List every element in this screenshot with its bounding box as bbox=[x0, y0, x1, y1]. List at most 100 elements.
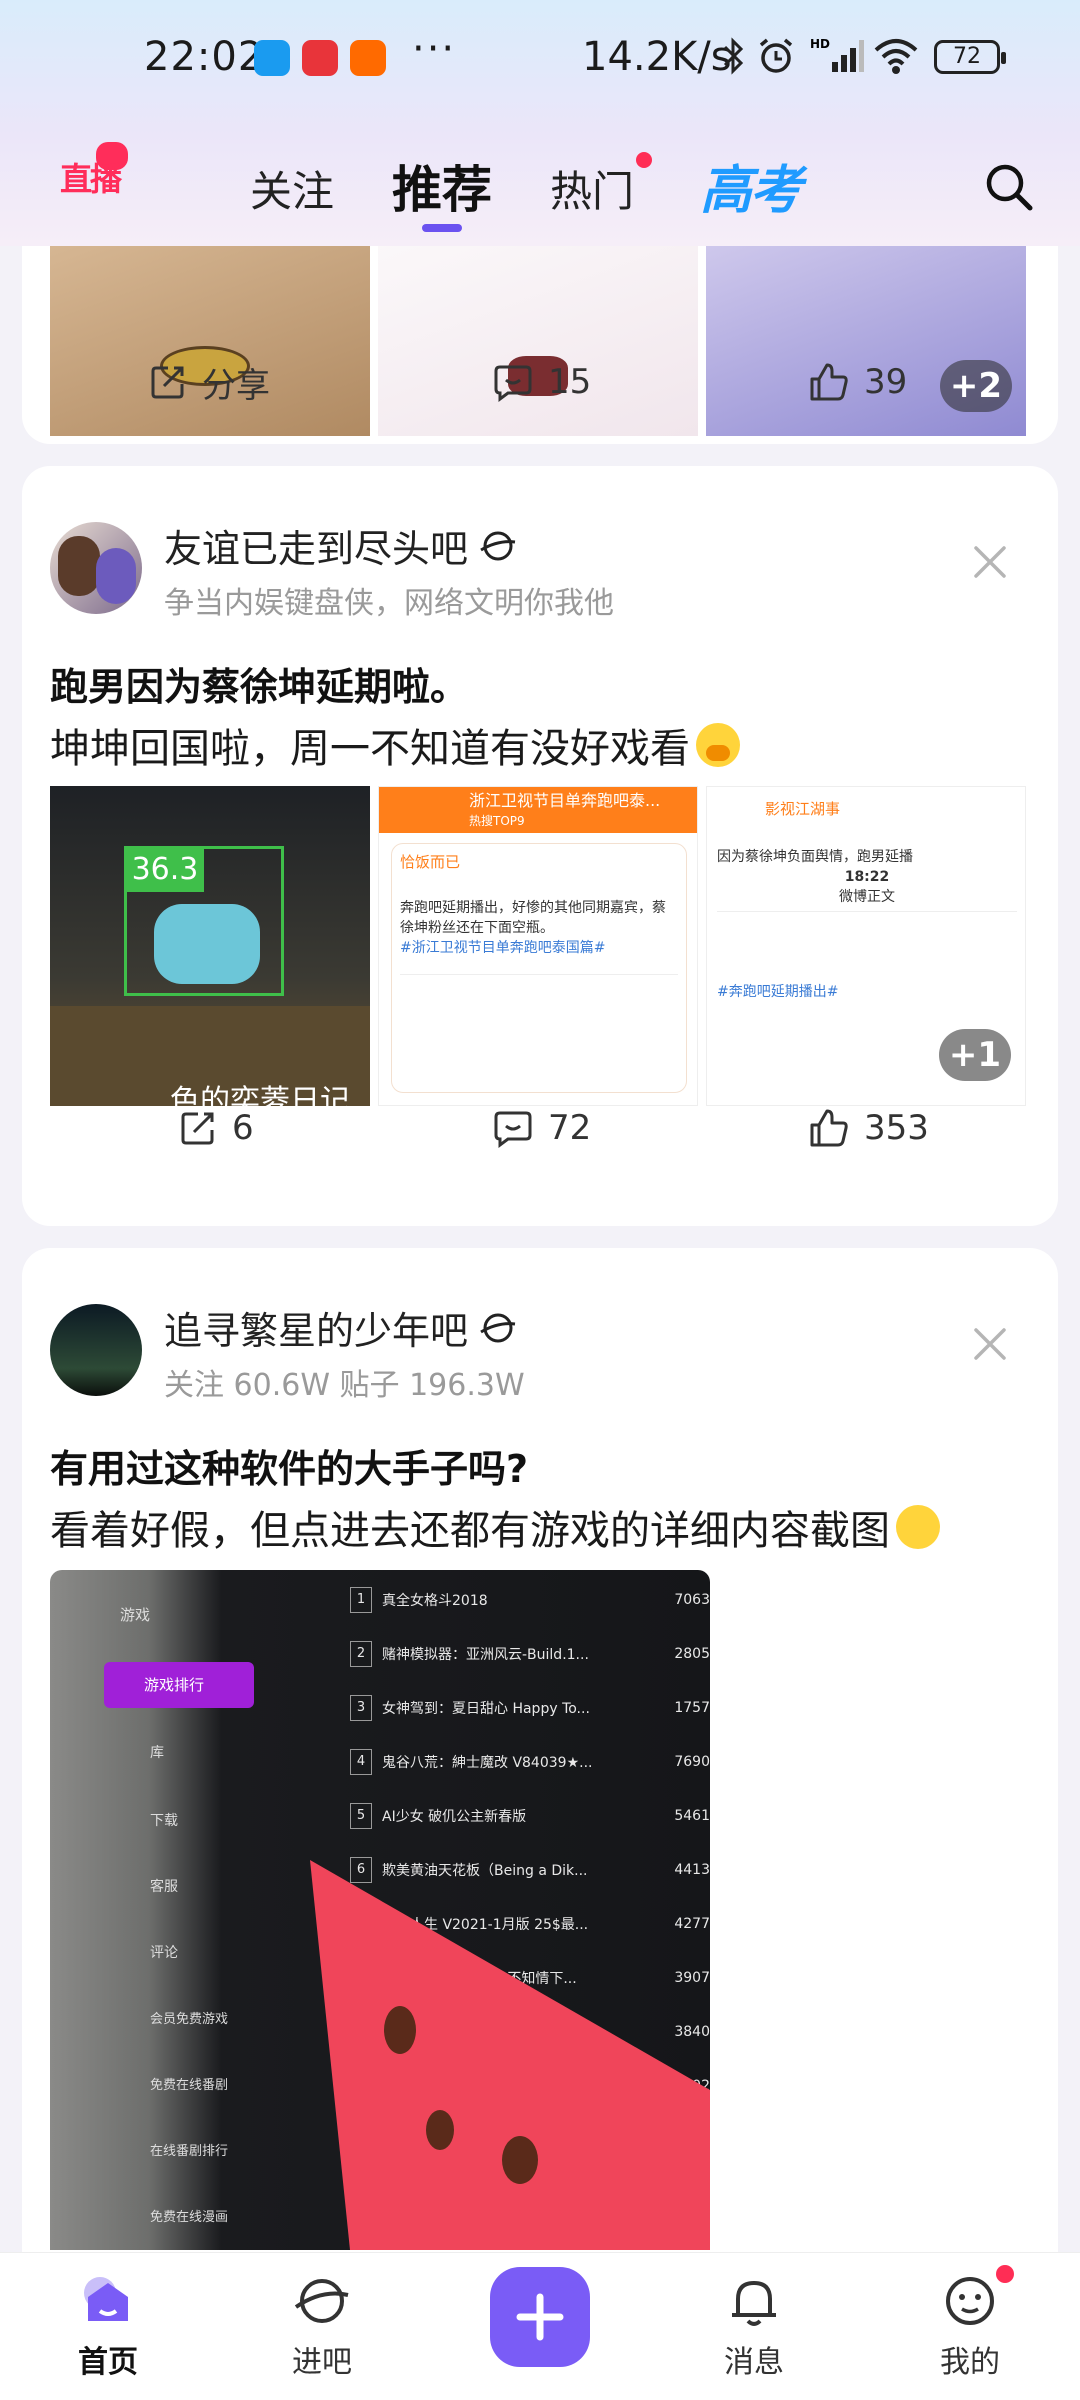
weibo-time: 18:22 bbox=[844, 869, 890, 885]
comment-button[interactable]: 15 bbox=[492, 352, 591, 412]
weibo-tag: #奔跑吧延期播出# bbox=[717, 984, 839, 1000]
post-image[interactable]: 36.3 色的奕菱日记 bbox=[50, 786, 370, 1106]
tab-recommend[interactable]: 推荐 bbox=[392, 150, 492, 222]
home-icon bbox=[84, 2277, 128, 2321]
like-count: 353 bbox=[864, 1108, 929, 1148]
nav-profile[interactable]: 我的 bbox=[910, 2271, 1030, 2381]
live-logo-text: 直播 bbox=[60, 160, 122, 198]
post-title[interactable]: 跑男因为蔡徐坤延期啦。 bbox=[50, 656, 468, 711]
like-button[interactable]: 39 bbox=[808, 352, 907, 412]
ranking-title: 真全女格斗2018 bbox=[382, 1593, 488, 1609]
thinking-face-emoji-icon bbox=[896, 1505, 940, 1549]
forum-name[interactable]: 友谊已走到尽头吧 bbox=[164, 518, 518, 573]
post-card[interactable]: 友谊已走到尽头吧 争当内娱键盘侠，网络文明你我他 跑男因为蔡徐坤延期啦。 坤坤回… bbox=[22, 466, 1058, 1226]
profile-unread-dot bbox=[996, 2265, 1014, 2283]
menu-item: 免费在线番剧 bbox=[150, 2078, 229, 2093]
like-button[interactable]: 353 bbox=[808, 1098, 929, 1158]
post-body-text: 坤坤回国啦，周一不知道有没好戏看 bbox=[50, 726, 690, 772]
bluetooth-icon bbox=[723, 37, 744, 75]
watermelon-sticker bbox=[310, 1860, 710, 2250]
hot-unread-dot bbox=[636, 152, 652, 168]
forum-avatar[interactable] bbox=[50, 1304, 142, 1396]
tab-hot[interactable]: 热门 bbox=[550, 158, 634, 219]
post-image[interactable]: 浙江卫视节目单奔跑吧泰... 热搜TOP9 恰饭而已 奔跑吧延期播出，好惨的其他… bbox=[378, 786, 698, 1106]
menu-item: 客服 bbox=[150, 1879, 178, 1895]
planet-icon bbox=[480, 531, 516, 560]
share-button[interactable]: 分享 bbox=[148, 352, 270, 412]
nav-home[interactable]: 首页 bbox=[48, 2271, 168, 2381]
weibo-user: 影视江湖事 bbox=[765, 800, 841, 818]
search-icon[interactable] bbox=[984, 162, 1034, 212]
thumbs-up-icon bbox=[810, 1109, 848, 1147]
ranking-row: 2 赌神模拟器：亚洲风云-Build.1... 2805 bbox=[350, 1634, 710, 1674]
ranking-row: 3 女神驾到：夏日甜心 Happy To... 1757 bbox=[350, 1688, 710, 1728]
menu-item: 评论 bbox=[150, 1945, 178, 1961]
top-bar: 22:02 ··· 14.2K/s HD 72 直播 关注 推荐 热门 高考 bbox=[0, 0, 1080, 246]
post-image[interactable]: 影视江湖事 因为蔡徐坤负面舆情，跑男延播 18:22 微博正文 #奔跑吧延期播出… bbox=[706, 786, 1026, 1106]
post-actions: 分享 15 39 bbox=[22, 352, 1058, 412]
nav-messages[interactable]: 消息 bbox=[694, 2271, 814, 2381]
comment-icon bbox=[494, 365, 532, 402]
status-time: 22:02 bbox=[144, 34, 265, 80]
forum-name[interactable]: 追寻繁星的少年吧 bbox=[164, 1300, 518, 1355]
ranking-title: 女神驾到：夏日甜心 Happy To... bbox=[382, 1701, 590, 1717]
menu-item: 免费在线漫画 bbox=[150, 2210, 229, 2225]
app-notification-icon bbox=[254, 40, 290, 76]
nav-home-label: 首页 bbox=[78, 2345, 138, 2380]
weibo-user: 恰饭而已 bbox=[400, 853, 461, 871]
live-logo-button[interactable]: 直播 bbox=[56, 142, 132, 208]
ranking-number: 2 bbox=[350, 1641, 372, 1667]
post-actions: 6 72 353 bbox=[22, 1098, 1058, 1158]
forum-slogan: 争当内娱键盘侠，网络文明你我他 bbox=[164, 586, 614, 621]
gaokao-promo-tab[interactable]: 高考 bbox=[700, 148, 802, 223]
nav-profile-label: 我的 bbox=[940, 2345, 1000, 2380]
share-icon bbox=[181, 1112, 214, 1145]
post-image[interactable]: 游戏 游戏排行 库 下载 客服 评论 会员免费游戏 免费在线番剧 在线番剧排行 … bbox=[50, 1570, 710, 2250]
close-icon[interactable] bbox=[970, 1324, 1010, 1364]
ranking-value: 5461 bbox=[674, 1808, 710, 1824]
comment-count: 15 bbox=[548, 362, 592, 402]
menu-item: 游戏 bbox=[120, 1606, 151, 1624]
temperature-overlay: 36.3 bbox=[126, 848, 204, 892]
wifi-icon bbox=[874, 39, 918, 74]
weibo-header: 浙江卫视节目单奔跑吧泰... bbox=[469, 791, 661, 810]
battery-level: 72 bbox=[953, 44, 981, 69]
create-post-button[interactable] bbox=[490, 2267, 590, 2367]
share-button[interactable]: 6 bbox=[178, 1098, 254, 1158]
more-images-badge: +1 bbox=[939, 1029, 1011, 1081]
post-card[interactable]: 追寻繁星的少年吧 关注 60.6W 贴子 196.3W 有用过这种软件的大手子吗… bbox=[22, 1248, 1058, 2400]
planet-icon bbox=[480, 1313, 516, 1342]
ranking-row: 4 鬼谷八荒：紳士魔改 V84039★... 7690 bbox=[350, 1742, 710, 1782]
ranking-title: 鬼谷八荒：紳士魔改 V84039★... bbox=[382, 1755, 593, 1771]
alarm-icon bbox=[759, 38, 793, 73]
mi-notification-icon bbox=[350, 40, 386, 76]
ranking-title: 赌神模拟器：亚洲风云-Build.1... bbox=[382, 1647, 589, 1663]
status-bar: 22:02 ··· 14.2K/s HD 72 bbox=[0, 26, 1080, 90]
post-title[interactable]: 有用过这种软件的大手子吗? bbox=[50, 1438, 528, 1493]
bell-icon bbox=[732, 2281, 776, 2326]
close-icon[interactable] bbox=[970, 542, 1010, 582]
post-images: 36.3 色的奕菱日记 浙江卫视节目单奔跑吧泰... 热搜TOP9 恰饭而已 奔… bbox=[50, 786, 1026, 1106]
app-notification-icon bbox=[302, 40, 338, 76]
nav-messages-label: 消息 bbox=[724, 2345, 784, 2380]
ranking-value: 2805 bbox=[674, 1646, 710, 1662]
menu-item-active: 游戏排行 bbox=[104, 1662, 254, 1708]
shy-face-emoji-icon bbox=[696, 723, 740, 767]
tab-follow[interactable]: 关注 bbox=[250, 158, 334, 219]
forum-stats: 关注 60.6W 贴子 196.3W bbox=[164, 1368, 525, 1403]
post-body[interactable]: 看着好假，但点进去还都有游戏的详细内容截图 bbox=[50, 1498, 940, 1556]
weibo-nav: 微博正文 bbox=[717, 887, 1017, 912]
menu-item: 下载 bbox=[150, 1813, 178, 1829]
nav-forums[interactable]: 进吧 bbox=[262, 2271, 382, 2381]
ranking-value: 1757 bbox=[674, 1700, 710, 1716]
menu-item: 库 bbox=[150, 1745, 164, 1761]
nav-forums-label: 进吧 bbox=[292, 2345, 352, 2380]
svg-text:HD: HD bbox=[810, 37, 830, 51]
more-notifications-icon: ··· bbox=[412, 26, 457, 72]
post-body-text: 看着好假，但点进去还都有游戏的详细内容截图 bbox=[50, 1508, 890, 1554]
forum-avatar[interactable] bbox=[50, 522, 142, 614]
comment-button[interactable]: 72 bbox=[492, 1098, 591, 1158]
bottom-navigation: 首页 进吧 消息 我的 bbox=[0, 2252, 1080, 2400]
post-body[interactable]: 坤坤回国啦，周一不知道有没好戏看 bbox=[50, 716, 740, 774]
ranking-row: 1 真全女格斗2018 7063 bbox=[350, 1580, 710, 1620]
